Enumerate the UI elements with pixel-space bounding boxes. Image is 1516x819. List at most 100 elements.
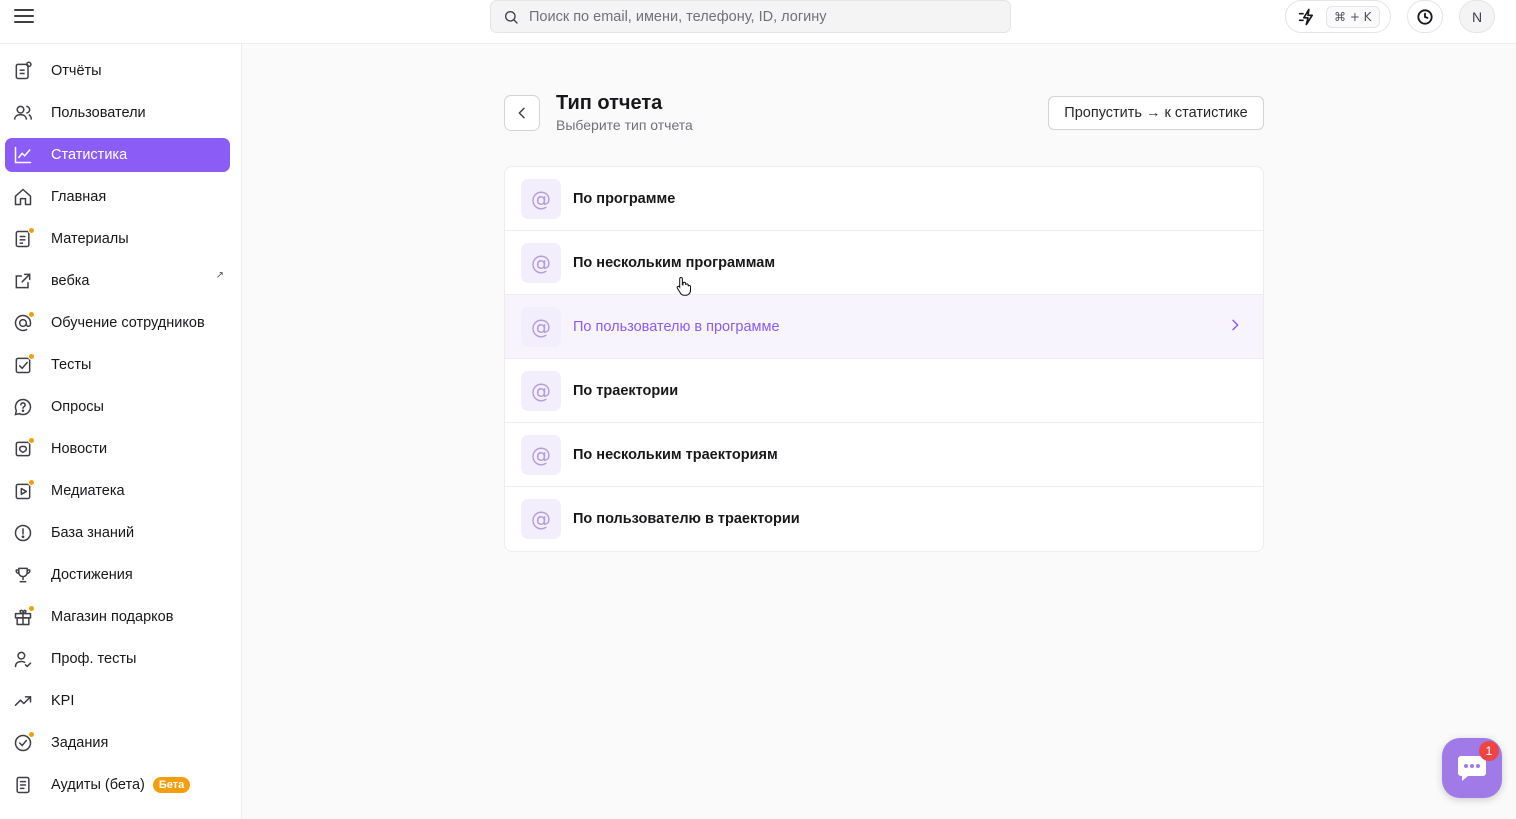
at-icon: @ <box>521 178 561 219</box>
report-type-list: @ По программе @ По нескольким программа… <box>504 166 1264 552</box>
chat-unread-badge: 1 <box>1479 741 1499 761</box>
sidebar-item-prof-tests[interactable]: Проф. тесты <box>5 642 230 676</box>
top-bar: ⌘ + K N <box>0 0 1516 44</box>
search-box[interactable] <box>490 0 1011 33</box>
external-arrow-icon: ↗ <box>215 270 224 281</box>
sidebar-item-label: Медиатека <box>51 483 125 499</box>
chart-line-icon <box>13 145 33 165</box>
history-button[interactable] <box>1407 0 1443 33</box>
at-icon: @ <box>521 434 561 475</box>
prof-tests-icon <box>13 649 33 669</box>
bolt-list-icon <box>1298 8 1313 25</box>
media-icon <box>13 479 35 501</box>
report-option-multiple-trajectories[interactable]: @ По нескольким траекториям <box>505 423 1263 487</box>
sidebar-item-label: Достижения <box>51 567 133 583</box>
sidebar-item-label: Статистика <box>51 147 128 163</box>
sidebar-item-reports[interactable]: Отчёты <box>5 54 230 88</box>
at-icon: @ <box>521 242 561 283</box>
beta-badge: Бета <box>152 777 191 793</box>
sidebar-item-news[interactable]: Новости <box>5 432 230 466</box>
users-icon <box>13 103 33 123</box>
notification-dot <box>28 227 35 234</box>
tasks-icon <box>13 731 35 753</box>
sidebar-item-label: Пользователи <box>51 105 146 121</box>
chevron-right-icon <box>1232 319 1239 331</box>
survey-icon <box>13 397 33 417</box>
knowledge-icon <box>13 523 33 543</box>
search-input[interactable] <box>529 8 989 25</box>
history-clock-icon <box>1417 8 1433 25</box>
sidebar-item-label: Обучение сотрудников <box>51 315 205 331</box>
sidebar-item-gift-shop[interactable]: Магазин подарков <box>5 600 230 634</box>
notification-dot <box>28 311 35 318</box>
report-option-multiple-programs[interactable]: @ По нескольким программам <box>505 231 1263 295</box>
at-icon: @ <box>521 370 561 411</box>
sidebar-item-tests[interactable]: Тесты <box>5 348 230 382</box>
sidebar-item-label: KPI <box>51 693 75 709</box>
sidebar-item-kpi[interactable]: KPI <box>5 684 230 718</box>
option-label: По программе <box>573 190 676 207</box>
page-subtitle: Выберите тип отчета <box>556 117 693 133</box>
materials-icon <box>13 227 35 249</box>
option-label: По пользователю в траектории <box>573 511 800 527</box>
search-icon <box>505 10 518 24</box>
sidebar-item-webka[interactable]: вебка ↗ <box>5 264 230 298</box>
chevron-left-icon <box>518 107 525 119</box>
sidebar-item-materials[interactable]: Материалы <box>5 222 230 256</box>
option-label: По пользователю в программе <box>573 318 780 335</box>
option-label: По нескольким траекториям <box>573 446 778 463</box>
at-icon: @ <box>521 499 561 539</box>
hand-cursor-icon <box>676 276 691 296</box>
sidebar-item-home[interactable]: Главная <box>5 180 230 214</box>
sidebar-item-label: Магазин подарков <box>51 609 174 625</box>
trophy-icon <box>13 565 33 585</box>
avatar[interactable]: N <box>1459 0 1495 33</box>
sidebar-item-label: Новости <box>51 441 108 457</box>
back-button[interactable] <box>504 95 540 131</box>
notification-dot <box>28 479 35 486</box>
shortcut-hint: ⌘ + K <box>1326 5 1380 28</box>
report-option-program[interactable]: @ По программе <box>505 167 1263 231</box>
sidebar-item-label: Отчёты <box>51 63 102 79</box>
sidebar-item-training[interactable]: Обучение сотрудников <box>5 306 230 340</box>
sidebar-item-statistics[interactable]: Статистика <box>5 138 230 172</box>
at-icon: @ <box>521 306 561 347</box>
report-option-user-in-trajectory[interactable]: @ По пользователю в траектории <box>505 487 1263 551</box>
sidebar-item-label: Аудиты (бета) <box>51 777 145 793</box>
notification-dot <box>28 605 35 612</box>
report-option-trajectory[interactable]: @ По траектории <box>505 359 1263 423</box>
sidebar-item-knowledge[interactable]: База знаний <box>5 516 230 550</box>
menu-toggle-icon[interactable] <box>12 6 36 26</box>
sidebar-item-label: База знаний <box>51 525 135 541</box>
sidebar-item-label: Опросы <box>51 399 104 415</box>
sidebar-item-label: Главная <box>51 189 107 205</box>
sidebar-item-achievements[interactable]: Достижения <box>5 558 230 592</box>
notification-dot <box>28 731 35 738</box>
quick-actions-button[interactable]: ⌘ + K <box>1285 0 1391 33</box>
skip-to-statistics-button[interactable]: Пропустить → к статистике <box>1048 96 1264 130</box>
news-icon <box>13 437 35 459</box>
sidebar-item-label: вебка <box>51 273 90 289</box>
tests-icon <box>13 353 35 375</box>
sidebar: Отчёты Пользователи Статистика Главная М… <box>0 44 242 819</box>
gift-icon <box>13 605 35 627</box>
sidebar-item-label: Тесты <box>51 357 92 373</box>
notification-dot <box>28 353 35 360</box>
external-link-icon <box>13 271 33 291</box>
option-label: По нескольким программам <box>573 254 776 271</box>
kpi-icon <box>13 691 33 711</box>
option-label: По траектории <box>573 382 679 399</box>
sidebar-item-audits[interactable]: Аудиты (бета) Бета <box>5 768 230 802</box>
sidebar-item-users[interactable]: Пользователи <box>5 96 230 130</box>
reports-icon <box>13 61 33 81</box>
sidebar-item-tasks[interactable]: Задания <box>5 726 230 760</box>
training-icon <box>13 311 35 333</box>
sidebar-item-label: Задания <box>51 735 109 751</box>
sidebar-item-label: Материалы <box>51 231 129 247</box>
home-icon <box>13 187 33 207</box>
report-option-user-in-program[interactable]: @ По пользователю в программе <box>505 295 1263 359</box>
audit-icon <box>13 775 33 795</box>
sidebar-item-surveys[interactable]: Опросы <box>5 390 230 424</box>
sidebar-item-label: Проф. тесты <box>51 651 137 667</box>
sidebar-item-media[interactable]: Медиатека <box>5 474 230 508</box>
